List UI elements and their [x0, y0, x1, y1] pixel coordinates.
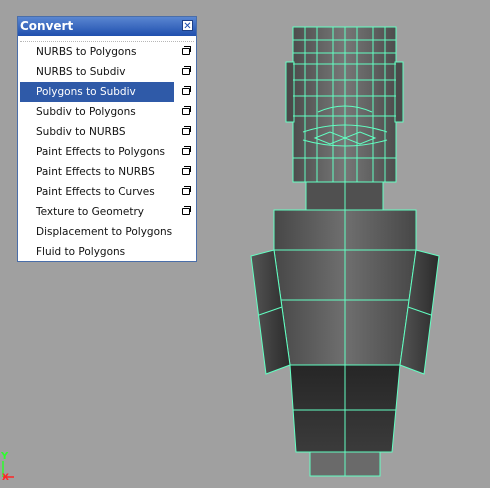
menu-item-label: Subdiv to NURBS	[36, 126, 126, 138]
menu-item-nurbs-to-subdiv[interactable]: NURBS to Subdiv	[18, 62, 196, 82]
feet-mesh	[309, 451, 381, 477]
menu-item-paint-effects-to-polygons[interactable]: Paint Effects to Polygons	[18, 142, 196, 162]
menu-item-label: Polygons to Subdiv	[36, 86, 136, 98]
menu-item-paint-effects-to-curves[interactable]: Paint Effects to Curves	[18, 182, 196, 202]
close-icon[interactable]: ✕	[182, 20, 193, 32]
menu-item-label: Fluid to Polygons	[36, 246, 126, 258]
option-box-icon[interactable]	[182, 186, 191, 195]
neck-mesh	[305, 181, 384, 211]
x-axis-label: X	[2, 473, 9, 481]
option-box-icon[interactable]	[182, 206, 191, 215]
menu-item-label: Subdiv to Polygons	[36, 106, 136, 118]
convert-menu: Convert ✕ NURBS to Polygons NURBS to Sub…	[17, 16, 197, 262]
menu-item-label: Texture to Geometry	[36, 206, 145, 218]
menu-item-nurbs-to-polygons[interactable]: NURBS to Polygons	[18, 42, 196, 62]
menu-item-label: NURBS to Polygons	[36, 46, 137, 58]
menu-item-label: Displacement to Polygons	[36, 226, 173, 238]
menu-item-fluid-to-polygons[interactable]: Fluid to Polygons	[18, 242, 196, 262]
option-box-icon[interactable]	[182, 46, 191, 55]
menu-title: Convert	[20, 19, 74, 33]
option-box-icon[interactable]	[182, 126, 191, 135]
option-box-icon[interactable]	[182, 146, 191, 155]
menu-item-label: Paint Effects to Curves	[36, 186, 155, 198]
menu-item-label: Paint Effects to Polygons	[36, 146, 165, 158]
y-axis-label: Y	[0, 451, 9, 462]
menu-item-texture-to-geometry[interactable]: Texture to Geometry	[18, 202, 196, 222]
menu-titlebar[interactable]: Convert ✕	[18, 17, 196, 36]
menu-item-label: NURBS to Subdiv	[36, 66, 126, 78]
option-box-icon[interactable]	[182, 66, 191, 75]
menu-item-displacement-to-polygons[interactable]: Displacement to Polygons	[18, 222, 196, 242]
menu-item-polygons-to-subdiv[interactable]: Polygons to Subdiv	[20, 82, 191, 102]
legs-mesh	[289, 364, 401, 453]
menu-item-label: Paint Effects to NURBS	[36, 166, 155, 178]
menu-item-paint-effects-to-nurbs[interactable]: Paint Effects to NURBS	[18, 162, 196, 182]
torso-mesh	[273, 209, 417, 366]
option-box-icon[interactable]	[182, 166, 191, 175]
option-box-icon[interactable]	[182, 86, 191, 95]
head-mesh	[285, 26, 404, 183]
option-box-icon[interactable]	[182, 106, 191, 115]
axis-indicator: Y X	[0, 447, 16, 483]
menu-item-subdiv-to-polygons[interactable]: Subdiv to Polygons	[18, 102, 196, 122]
menu-item-subdiv-to-nurbs[interactable]: Subdiv to NURBS	[18, 122, 196, 142]
